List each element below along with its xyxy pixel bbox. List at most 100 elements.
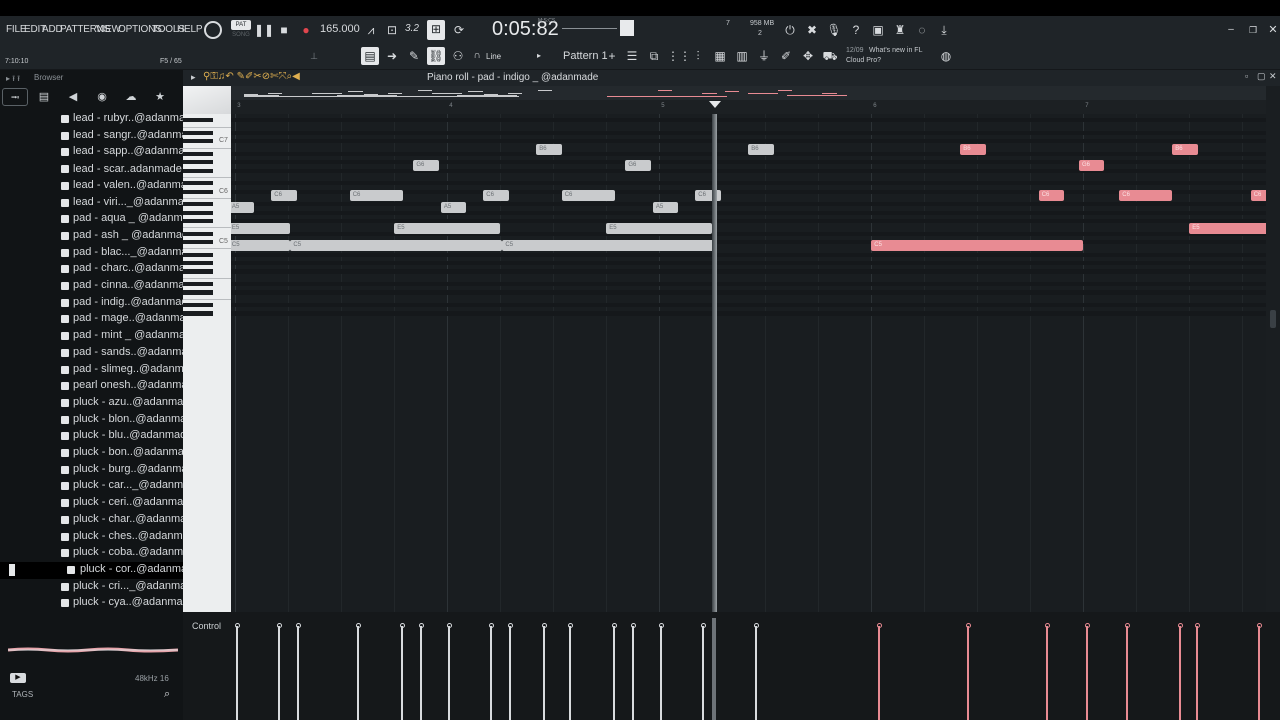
note[interactable]: C6 (1038, 189, 1065, 201)
project-icon[interactable]: ▥ (733, 47, 751, 65)
velocity-bar[interactable] (569, 626, 571, 720)
browser-item[interactable]: lead - viri..._@adanmade (0, 195, 196, 212)
note[interactable]: B6 (536, 143, 562, 155)
note[interactable]: G6 (625, 160, 651, 172)
record-icon[interactable]: ● (297, 21, 315, 39)
velocity-handle[interactable] (630, 623, 636, 628)
note[interactable]: C5 (231, 240, 291, 252)
browser-tab-all[interactable]: ⭲ (2, 88, 28, 106)
news-line-1[interactable]: What's new in FL (869, 47, 922, 54)
stop-icon[interactable]: ■ (275, 21, 293, 39)
black-key[interactable] (183, 231, 213, 236)
note[interactable]: C6 (561, 189, 615, 201)
velocity-bar[interactable] (490, 626, 492, 720)
black-key[interactable] (183, 181, 213, 186)
velocity-handle[interactable] (399, 623, 405, 628)
velocity-bar[interactable] (297, 626, 299, 720)
pitch-knob-icon[interactable]: ⊥ (305, 47, 323, 65)
pr-minimize-icon[interactable]: ▫ (1245, 71, 1248, 81)
black-key[interactable] (183, 252, 213, 257)
metronome-icon[interactable]: ⩘ (362, 21, 380, 39)
browser-item[interactable]: pluck - ches..@adanmade (0, 529, 201, 546)
note[interactable]: C5 (290, 240, 503, 252)
velocity-bar[interactable] (278, 626, 280, 720)
search-icon[interactable]: ⌕ (164, 688, 170, 701)
velocity-bar[interactable] (357, 626, 359, 720)
typing-keyboard-icon[interactable]: ⊞ (427, 20, 445, 40)
arrow-right-icon[interactable]: ➜ (383, 47, 401, 65)
browser-item[interactable]: pluck - azu..@adanmade (0, 395, 195, 412)
black-key[interactable] (183, 240, 213, 245)
black-key[interactable] (183, 290, 213, 295)
black-key[interactable] (183, 269, 213, 274)
note[interactable]: E5 (394, 223, 501, 235)
playhead[interactable] (712, 114, 718, 612)
black-key[interactable] (183, 168, 213, 173)
velocity-handle[interactable] (876, 623, 882, 628)
velocity-bar[interactable] (660, 626, 662, 720)
velocity-bar[interactable] (401, 626, 403, 720)
note-grid[interactable]: B6 B6 B6 B6 G6 G6 G6 C6 C6 C6 C6 C6 C6 C6 C6 A5 A5 A5 E5 E5… (231, 114, 1266, 612)
piano-keyboard[interactable]: C7 C6 C5 (183, 86, 231, 612)
browser-item[interactable]: lead - sangr..@adanmade (0, 128, 200, 145)
note[interactable]: C5 (871, 240, 1084, 252)
piano-roll-icon[interactable]: ⧉ (645, 47, 663, 65)
browser-item[interactable]: pad - sands..@adanmade (0, 345, 200, 362)
scroll-thumb[interactable] (1270, 310, 1276, 328)
browser-item[interactable]: pad - indig..@adanmade (0, 295, 194, 312)
tags-label[interactable]: TAGS (12, 690, 33, 699)
close-icon[interactable]: ✕ (1264, 21, 1280, 39)
velocity-handle[interactable] (700, 623, 706, 628)
velocity-handle[interactable] (1177, 623, 1183, 628)
browser-item[interactable]: pad - charc..@adanmade (0, 261, 197, 278)
velocity-bar[interactable] (448, 626, 450, 720)
help-icon[interactable]: ? (847, 21, 865, 39)
control-lane-label[interactable]: Control (192, 621, 221, 631)
browser-item[interactable]: lead - sapp..@adanmade (0, 144, 197, 161)
velocity-handle[interactable] (965, 623, 971, 628)
black-key[interactable] (183, 160, 213, 165)
velocity-handle[interactable] (355, 623, 361, 628)
browser-item[interactable]: lead - rubyr..@adanmade (0, 111, 197, 128)
note[interactable]: E5 (231, 223, 291, 235)
velocity-bar[interactable] (1258, 626, 1260, 720)
velocity-bar[interactable] (878, 626, 880, 720)
pause-icon[interactable]: ❚❚ (254, 21, 274, 39)
time-ruler[interactable]: 3 4 5 6 7 (231, 100, 1266, 114)
velocity-handle[interactable] (418, 623, 424, 628)
velocity-handle[interactable] (1124, 623, 1130, 628)
velocity-handle[interactable] (1084, 623, 1090, 628)
browser-tab-files-icon[interactable]: ▤ (31, 88, 57, 106)
note[interactable]: A5 (231, 202, 255, 214)
note[interactable]: A5 (440, 202, 467, 214)
black-key[interactable] (183, 130, 213, 135)
velocity-bar[interactable] (755, 626, 757, 720)
mixer-icon[interactable]: ⫶ (689, 47, 707, 65)
velocity-handle[interactable] (567, 623, 573, 628)
velocity-bar[interactable] (1196, 626, 1198, 720)
browser-item[interactable]: pluck - blu..@adanmade (0, 428, 192, 445)
velocity-bar[interactable] (420, 626, 422, 720)
pr-maximize-icon[interactable]: ▢ (1257, 71, 1266, 82)
velocity-handle[interactable] (234, 623, 240, 628)
browser-item[interactable]: pad - aqua _ @adanmade (0, 211, 201, 228)
browser-item[interactable]: pad - mint _ @adanmade (0, 328, 197, 345)
note[interactable]: C6 (349, 189, 403, 201)
brush-icon[interactable]: ✥ (799, 47, 817, 65)
note[interactable]: C6 (1250, 189, 1266, 201)
note[interactable]: C5 (502, 240, 715, 252)
velocity-handle[interactable] (541, 623, 547, 628)
black-key[interactable] (183, 303, 213, 308)
browser-item[interactable]: pad - blac..._@adanmade (0, 245, 200, 262)
velocity-handle[interactable] (658, 623, 664, 628)
velocity-handle[interactable] (507, 623, 513, 628)
velocity-bar[interactable] (509, 626, 511, 720)
vertical-scrollbar[interactable] (1266, 86, 1280, 612)
velocity-bar[interactable] (1086, 626, 1088, 720)
playhead-marker-icon[interactable] (709, 101, 722, 108)
power-icon[interactable]: ⏻ (781, 21, 799, 39)
news-line-2[interactable]: Cloud Pro? (846, 57, 881, 64)
stamp-icon[interactable]: ⚇ (449, 47, 467, 65)
note[interactable]: B6 (748, 143, 774, 155)
note[interactable]: C6 (1119, 189, 1173, 201)
